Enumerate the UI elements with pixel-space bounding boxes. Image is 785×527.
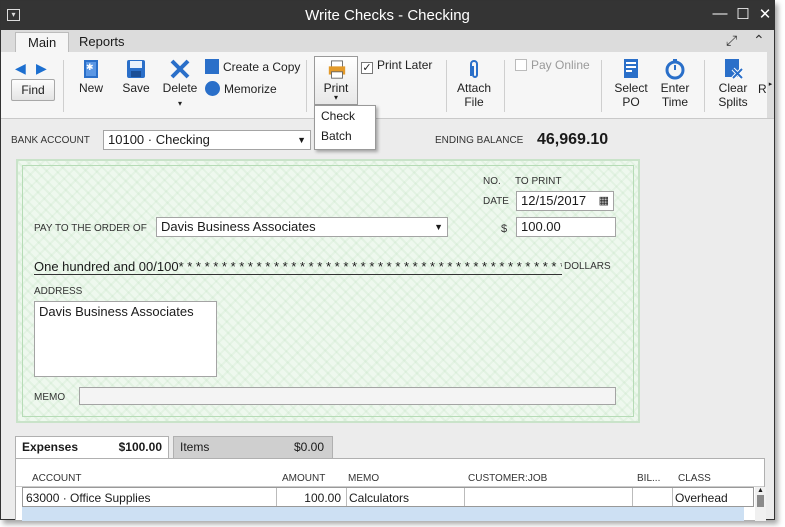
amount-in-words: One hundred and 00/100* * * * * * * * * … (34, 259, 562, 275)
memo-field[interactable] (79, 387, 616, 405)
window-title: Write Checks - Checking (305, 7, 470, 24)
amount-field[interactable]: 100.00 (516, 217, 616, 237)
dollars-label: DOLLARS (564, 261, 611, 272)
tab-items[interactable]: Items $0.00 (173, 436, 333, 458)
next-arrow-icon[interactable]: ▶ (36, 60, 47, 77)
date-field[interactable]: 12/15/2017 ▦ (516, 191, 614, 211)
write-checks-window: ▾ Write Checks - Checking — ☐ ✕ Main Rep… (0, 0, 775, 521)
scroll-up-icon[interactable]: ▲ (755, 487, 766, 494)
address-label: ADDRESS (34, 286, 83, 297)
address-field[interactable]: Davis Business Associates (34, 301, 217, 377)
purchase-order-icon (624, 59, 638, 78)
date-label: DATE (483, 196, 509, 207)
ending-balance-value: 46,969.10 (537, 131, 609, 148)
column-account[interactable]: ACCOUNT (32, 473, 81, 484)
print-later-checkbox[interactable]: ✓ Print Later (361, 58, 441, 74)
tab-reports[interactable]: Reports (67, 32, 137, 53)
previous-arrow-icon[interactable]: ◀ (15, 60, 26, 77)
column-memo[interactable]: MEMO (348, 473, 379, 484)
ending-balance-label: ENDING BALANCE (435, 135, 524, 146)
payee-dropdown[interactable]: Davis Business Associates ▼ (156, 217, 448, 237)
tab-main[interactable]: Main (15, 32, 70, 53)
close-button[interactable]: ✕ (756, 5, 774, 23)
calendar-icon[interactable]: ▦ (599, 192, 609, 210)
print-menu: Check Batch (314, 105, 376, 150)
print-dropdown-icon: ▾ (333, 93, 338, 102)
ribbon-scroll-right-icon[interactable]: ▸ (767, 52, 774, 118)
column-billable[interactable]: BIL... (637, 473, 660, 484)
check-number-label: NO. (483, 176, 501, 187)
minimize-button[interactable]: — (711, 5, 729, 22)
expenses-grid: ACCOUNT AMOUNT MEMO CUSTOMER:JOB BIL... … (15, 458, 766, 521)
column-class[interactable]: CLASS (678, 473, 711, 484)
select-po-button[interactable]: Select PO (613, 58, 649, 109)
find-button[interactable]: Find (11, 79, 55, 101)
table-row[interactable] (22, 507, 744, 521)
chevron-down-icon: ▼ (297, 135, 306, 145)
tab-expenses[interactable]: Expenses $100.00 (15, 436, 169, 458)
clear-splits-button[interactable]: Clear Splits (715, 58, 751, 109)
bank-account-dropdown[interactable]: 10100 · Checking ▼ (103, 130, 311, 150)
expand-icon[interactable]: ⤢ (726, 32, 737, 49)
bank-account-label: BANK ACCOUNT (11, 135, 90, 146)
check-number-value[interactable]: TO PRINT (515, 176, 561, 187)
clear-splits-icon (725, 59, 744, 80)
stopwatch-icon (665, 59, 685, 80)
printer-icon (328, 60, 346, 79)
enter-time-button[interactable]: Enter Time (657, 58, 693, 109)
svg-text:✱: ✱ (86, 62, 94, 72)
column-customer-job[interactable]: CUSTOMER:JOB (468, 473, 547, 484)
collapse-ribbon-icon[interactable]: ⌃ (753, 32, 765, 49)
new-document-icon: ✱ (84, 60, 98, 78)
grid-scrollbar[interactable]: ▲ (755, 487, 766, 521)
save-icon (127, 60, 145, 78)
delete-x-icon (170, 59, 190, 79)
dollar-sign-label: $ (501, 223, 508, 235)
memo-label: MEMO (34, 392, 66, 403)
ribbon: ◀ ▶ Find ✱ New Save Delete ▾ Create a Cop… (1, 52, 774, 119)
new-button[interactable]: ✱ New (75, 58, 107, 95)
title-bar: ▾ Write Checks - Checking — ☐ ✕ (1, 1, 774, 30)
maximize-button[interactable]: ☐ (734, 5, 752, 23)
pay-online-checkbox: Pay Online (515, 58, 595, 72)
memorize-icon (205, 81, 220, 96)
print-menu-item-batch[interactable]: Batch (315, 126, 375, 146)
save-button[interactable]: Save (119, 58, 153, 95)
delete-button[interactable]: Delete ▾ (161, 58, 199, 109)
attach-file-button[interactable]: Attach File (456, 58, 492, 109)
print-menu-item-check[interactable]: Check (315, 106, 375, 126)
pay-to-label: PAY TO THE ORDER OF (34, 223, 147, 234)
print-button[interactable]: Print ▾ (314, 56, 358, 105)
paperclip-icon (470, 60, 478, 78)
column-amount[interactable]: AMOUNT (282, 473, 325, 484)
grid-header: ACCOUNT AMOUNT MEMO CUSTOMER:JOB BIL... … (16, 459, 764, 487)
ribbon-tabs: Main Reports ⤢ ⌃ (1, 30, 774, 53)
chevron-down-icon: ▼ (434, 222, 443, 232)
copy-icon (205, 59, 219, 74)
memorize-button[interactable]: Memorize (205, 81, 301, 96)
create-copy-button[interactable]: Create a Copy (205, 59, 301, 74)
table-row[interactable]: 63000 · Office Supplies 100.00 Calculato… (22, 487, 754, 507)
